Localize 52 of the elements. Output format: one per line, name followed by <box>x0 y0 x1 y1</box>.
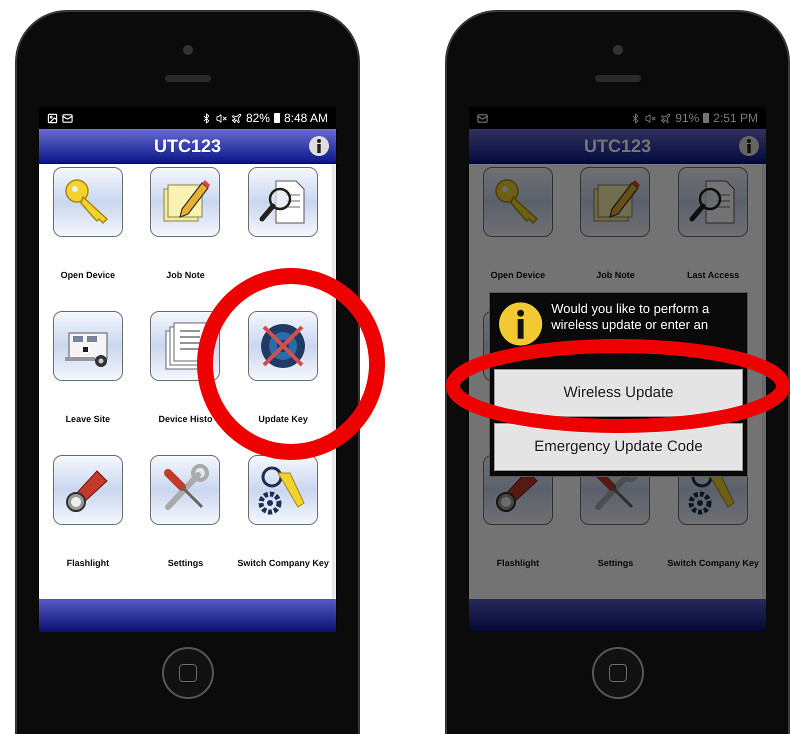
battery-icon <box>274 113 280 123</box>
clock-time: 2:51 PM <box>713 110 758 127</box>
info-icon <box>498 301 544 347</box>
tile-button[interactable] <box>150 455 220 525</box>
tile-label: Settings <box>598 557 634 570</box>
airplane-icon <box>230 112 242 124</box>
battery-icon <box>703 113 710 123</box>
tile-button[interactable] <box>150 167 220 237</box>
square-icon <box>608 664 626 682</box>
tile-button[interactable] <box>580 167 650 237</box>
info-icon[interactable] <box>308 135 330 157</box>
clock-time: 8:48 AM <box>284 110 328 127</box>
speaker-slot <box>594 75 640 82</box>
tile-label: Settings <box>168 557 204 570</box>
tile-label: Update Key <box>258 413 308 426</box>
square-icon <box>178 664 196 682</box>
bluetooth-icon <box>630 112 642 124</box>
tile-label: Open Device <box>60 269 116 282</box>
tile-label: Device Histo <box>158 413 212 426</box>
mute-icon <box>645 112 656 124</box>
tile-button[interactable] <box>52 311 123 381</box>
mail-icon <box>477 112 488 124</box>
mail-icon <box>62 112 73 124</box>
tile-button[interactable] <box>248 167 318 237</box>
home-button[interactable] <box>592 647 644 699</box>
dialog-message: Would you like to perform a wireless update or enter an <box>551 301 710 333</box>
mute-icon <box>216 112 227 124</box>
battery-percent: 82% <box>246 110 270 127</box>
bluetooth-icon <box>200 112 212 124</box>
tile-button[interactable] <box>52 455 123 525</box>
tile-label: Leave Site <box>66 413 110 426</box>
airplane-icon <box>660 112 672 124</box>
tile-label: Flashlight <box>66 557 110 570</box>
app-title: UTC123 <box>154 135 222 158</box>
tile-label: Last Access <box>687 269 740 282</box>
dialog-button[interactable]: Wireless Update <box>494 369 743 417</box>
speaker-slot <box>164 75 210 82</box>
tile-label: Job Note <box>596 269 635 282</box>
home-button[interactable] <box>162 647 214 699</box>
tile-button[interactable] <box>248 455 318 525</box>
tile-button[interactable] <box>248 311 318 381</box>
tile-label: Switch Company Key <box>237 557 329 570</box>
tile-label: Job Note <box>166 269 205 282</box>
tile-label: Open Device <box>490 269 546 282</box>
battery-percent: 91% <box>675 110 700 127</box>
tile-button[interactable] <box>482 167 553 237</box>
image-icon <box>47 112 58 124</box>
tile-button[interactable] <box>52 167 123 237</box>
tile-label: Switch Company Key <box>667 557 759 570</box>
tile-label: Flashlight <box>496 557 540 570</box>
app-title: UTC123 <box>584 135 652 158</box>
tile-button[interactable] <box>678 167 748 237</box>
